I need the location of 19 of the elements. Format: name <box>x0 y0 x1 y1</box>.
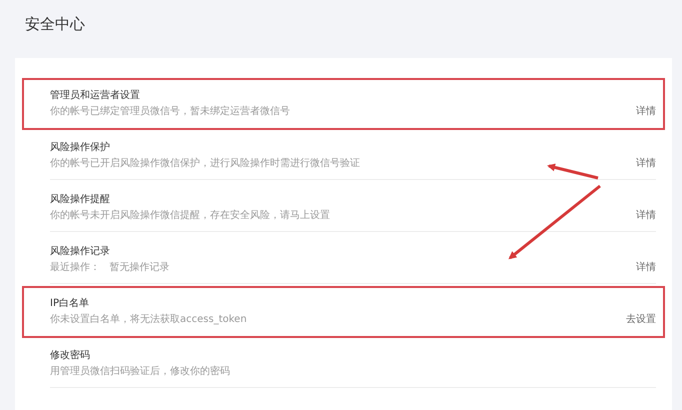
item-description: 你的帐号已开启风险操作微信保护，进行风险操作时需进行微信号验证 <box>50 156 360 171</box>
item-description: 你的帐号未开启风险操作微信提醒，存在安全风险，请马上设置 <box>50 208 330 223</box>
item-description: 用管理员微信扫码验证后，修改你的密码 <box>50 364 230 379</box>
details-link[interactable]: 详情 <box>636 104 656 120</box>
item-title: 风险操作提醒 <box>50 193 111 207</box>
details-link[interactable]: 去设置 <box>626 312 656 328</box>
page-title: 安全中心 <box>24 14 86 35</box>
item-title: 管理员和运营者设置 <box>50 88 141 103</box>
details-link[interactable]: 详情 <box>636 260 656 276</box>
item-description: 你的帐号已绑定管理员微信号，暂未绑定运营者微信号 <box>50 104 290 119</box>
item-title: 风险操作保护 <box>50 140 111 155</box>
item-description: 最近操作： 暂无操作记录 <box>50 260 170 275</box>
item-title: IP白名单 <box>50 296 90 311</box>
item-title: 风险操作记录 <box>50 245 111 259</box>
annotation-arrow <box>547 164 598 180</box>
item-title: 修改密码 <box>50 348 91 363</box>
item-description: 你未设置白名单，将无法获取access_token <box>50 312 247 327</box>
details-link[interactable]: 详情 <box>636 156 656 172</box>
details-link[interactable]: 详情 <box>636 208 656 224</box>
